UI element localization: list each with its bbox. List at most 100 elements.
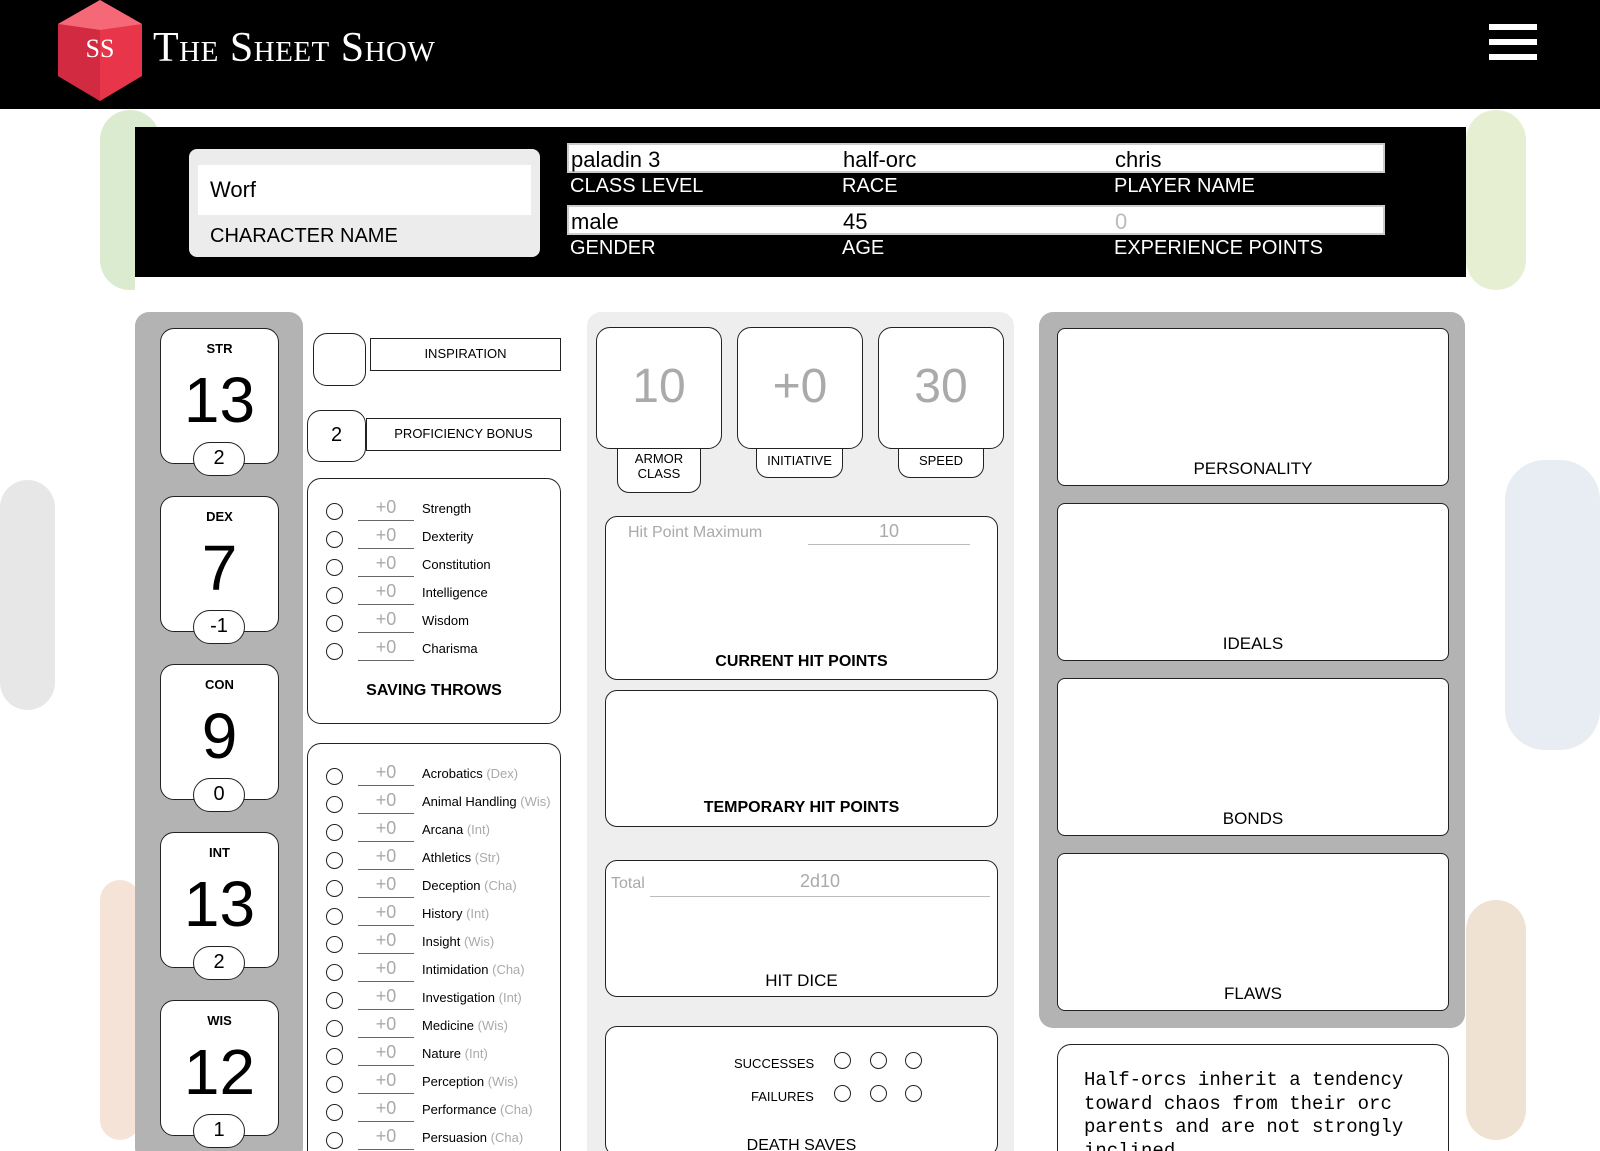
background-sprite [1466,110,1526,290]
flaws-textarea[interactable]: FLAWS [1057,853,1449,1011]
ideals-label: IDEALS [1222,634,1284,653]
ability-wis: WIS 12 1 [160,1000,279,1148]
proficiency-radio[interactable] [326,615,343,632]
skill-name: Nature (Int) [422,1046,488,1061]
death-saves-label: DEATH SAVES [746,1137,857,1151]
inspiration-label: INSPIRATION [370,338,561,371]
header-row-2: male 45 0 [567,205,1385,235]
failure-checkbox[interactable] [870,1085,887,1102]
logo-text: SS [86,34,115,63]
armor-class-input[interactable]: 10 [596,327,722,449]
temporary-hit-points-label: TEMPORARY HIT POINTS [703,799,900,816]
proficiency-radio[interactable] [326,1020,343,1037]
current-hit-points-label: CURRENT HIT POINTS [715,653,888,670]
temporary-hit-points-box[interactable]: TEMPORARY HIT POINTS [605,690,998,827]
bonds-label: BONDS [1222,809,1284,828]
personality-textarea[interactable]: PERSONALITY [1057,328,1449,486]
ability-score-input[interactable]: 12 [161,1035,278,1109]
proficiency-radio[interactable] [326,1132,343,1149]
ability-score-input[interactable]: 9 [161,699,278,773]
bonds-textarea[interactable]: BONDS [1057,678,1449,836]
proficiency-radio[interactable] [326,531,343,548]
proficiency-bonus-value[interactable]: 2 [307,410,366,462]
hp-max-input[interactable]: 10 [808,521,970,545]
skill-modifier: +0 [358,900,414,926]
top-navbar: SS The Sheet Show [0,0,1600,109]
save-name: Constitution [422,557,491,572]
skill-modifier: +0 [358,1124,414,1150]
app-title[interactable]: The Sheet Show [153,24,435,72]
proficiency-radio[interactable] [326,559,343,576]
experience-points-label: EXPERIENCE POINTS [1114,237,1323,259]
initiative-label: INITIATIVE [756,445,843,478]
failures-label: FAILURES [751,1089,814,1104]
proficiency-radio[interactable] [326,992,343,1009]
proficiency-radio[interactable] [326,908,343,925]
inspiration-input[interactable] [313,333,366,386]
skill-modifier: +0 [358,1040,414,1066]
ability-score-input[interactable]: 13 [161,363,278,437]
skill-modifier: +0 [358,1012,414,1038]
initiative-input[interactable]: +0 [737,327,863,449]
traits-column: PERSONALITY IDEALS BONDS FLAWS [1039,312,1465,1028]
class-level-input[interactable]: paladin 3 [571,147,660,173]
proficiency-radio[interactable] [326,936,343,953]
skill-modifier: +0 [358,816,414,842]
success-checkbox[interactable] [834,1052,851,1069]
skill-name: Insight (Wis) [422,934,495,949]
racial-traits-textarea[interactable]: Half-orcs inherit a tendency toward chao… [1057,1044,1449,1151]
background-sprite [1466,900,1526,1140]
skill-modifier: +0 [358,872,414,898]
combat-column: ARMOR CLASS 10 INITIATIVE +0 SPEED 30 Hit… [587,312,1014,1151]
saving-throws-panel: +0 Strength +0 Dexterity +0 Constitution +0… [307,478,561,724]
skill-modifier: +0 [358,956,414,982]
failure-checkbox[interactable] [834,1085,851,1102]
skill-name: Arcana (Int) [422,822,490,837]
proficiency-radio[interactable] [326,643,343,660]
race-input[interactable]: half-orc [843,147,916,173]
hp-max-label: Hit Point Maximum [628,524,763,541]
experience-points-input[interactable]: 0 [1115,209,1127,235]
save-modifier: +0 [358,607,414,633]
ability-score-input[interactable]: 13 [161,867,278,941]
save-name: Charisma [422,641,478,656]
proficiency-radio[interactable] [326,964,343,981]
death-saves-box: SUCCESSES FAILURES DEATH SAVES [605,1026,998,1151]
skill-modifier: +0 [358,760,414,786]
save-modifier: +0 [358,551,414,577]
speed-input[interactable]: 30 [878,327,1004,449]
ability-dex: DEX 7 -1 [160,496,279,644]
character-name-box: Worf CHARACTER NAME [189,149,540,257]
proficiency-radio[interactable] [326,768,343,785]
skill-modifier: +0 [358,984,414,1010]
gender-input[interactable]: male [571,209,619,235]
proficiency-radio[interactable] [326,796,343,813]
flaws-label: FLAWS [1224,984,1282,1003]
proficiency-radio[interactable] [326,880,343,897]
proficiency-radio[interactable] [326,1048,343,1065]
success-checkbox[interactable] [870,1052,887,1069]
ability-modifier: 2 [193,442,245,476]
age-input[interactable]: 45 [843,209,867,235]
ideals-textarea[interactable]: IDEALS [1057,503,1449,661]
ability-score-input[interactable]: 7 [161,531,278,605]
save-modifier: +0 [358,635,414,661]
hamburger-menu-icon[interactable] [1489,24,1537,66]
proficiency-radio[interactable] [326,1104,343,1121]
success-checkbox[interactable] [905,1052,922,1069]
save-modifier: +0 [358,495,414,521]
proficiency-radio[interactable] [326,503,343,520]
save-name: Intelligence [422,585,488,600]
hit-dice-total-input[interactable]: 2d10 [650,871,990,897]
skill-name: Intimidation (Cha) [422,962,525,977]
hit-dice-box: Total 2d10 HIT DICE [605,860,998,997]
hit-dice-label: HIT DICE [765,971,838,990]
proficiency-radio[interactable] [326,852,343,869]
skill-name: Persuasion (Cha) [422,1130,524,1145]
character-name-input[interactable]: Worf [198,165,531,215]
player-name-input[interactable]: chris [1115,147,1161,173]
failure-checkbox[interactable] [905,1085,922,1102]
proficiency-radio[interactable] [326,824,343,841]
proficiency-radio[interactable] [326,1076,343,1093]
proficiency-radio[interactable] [326,587,343,604]
